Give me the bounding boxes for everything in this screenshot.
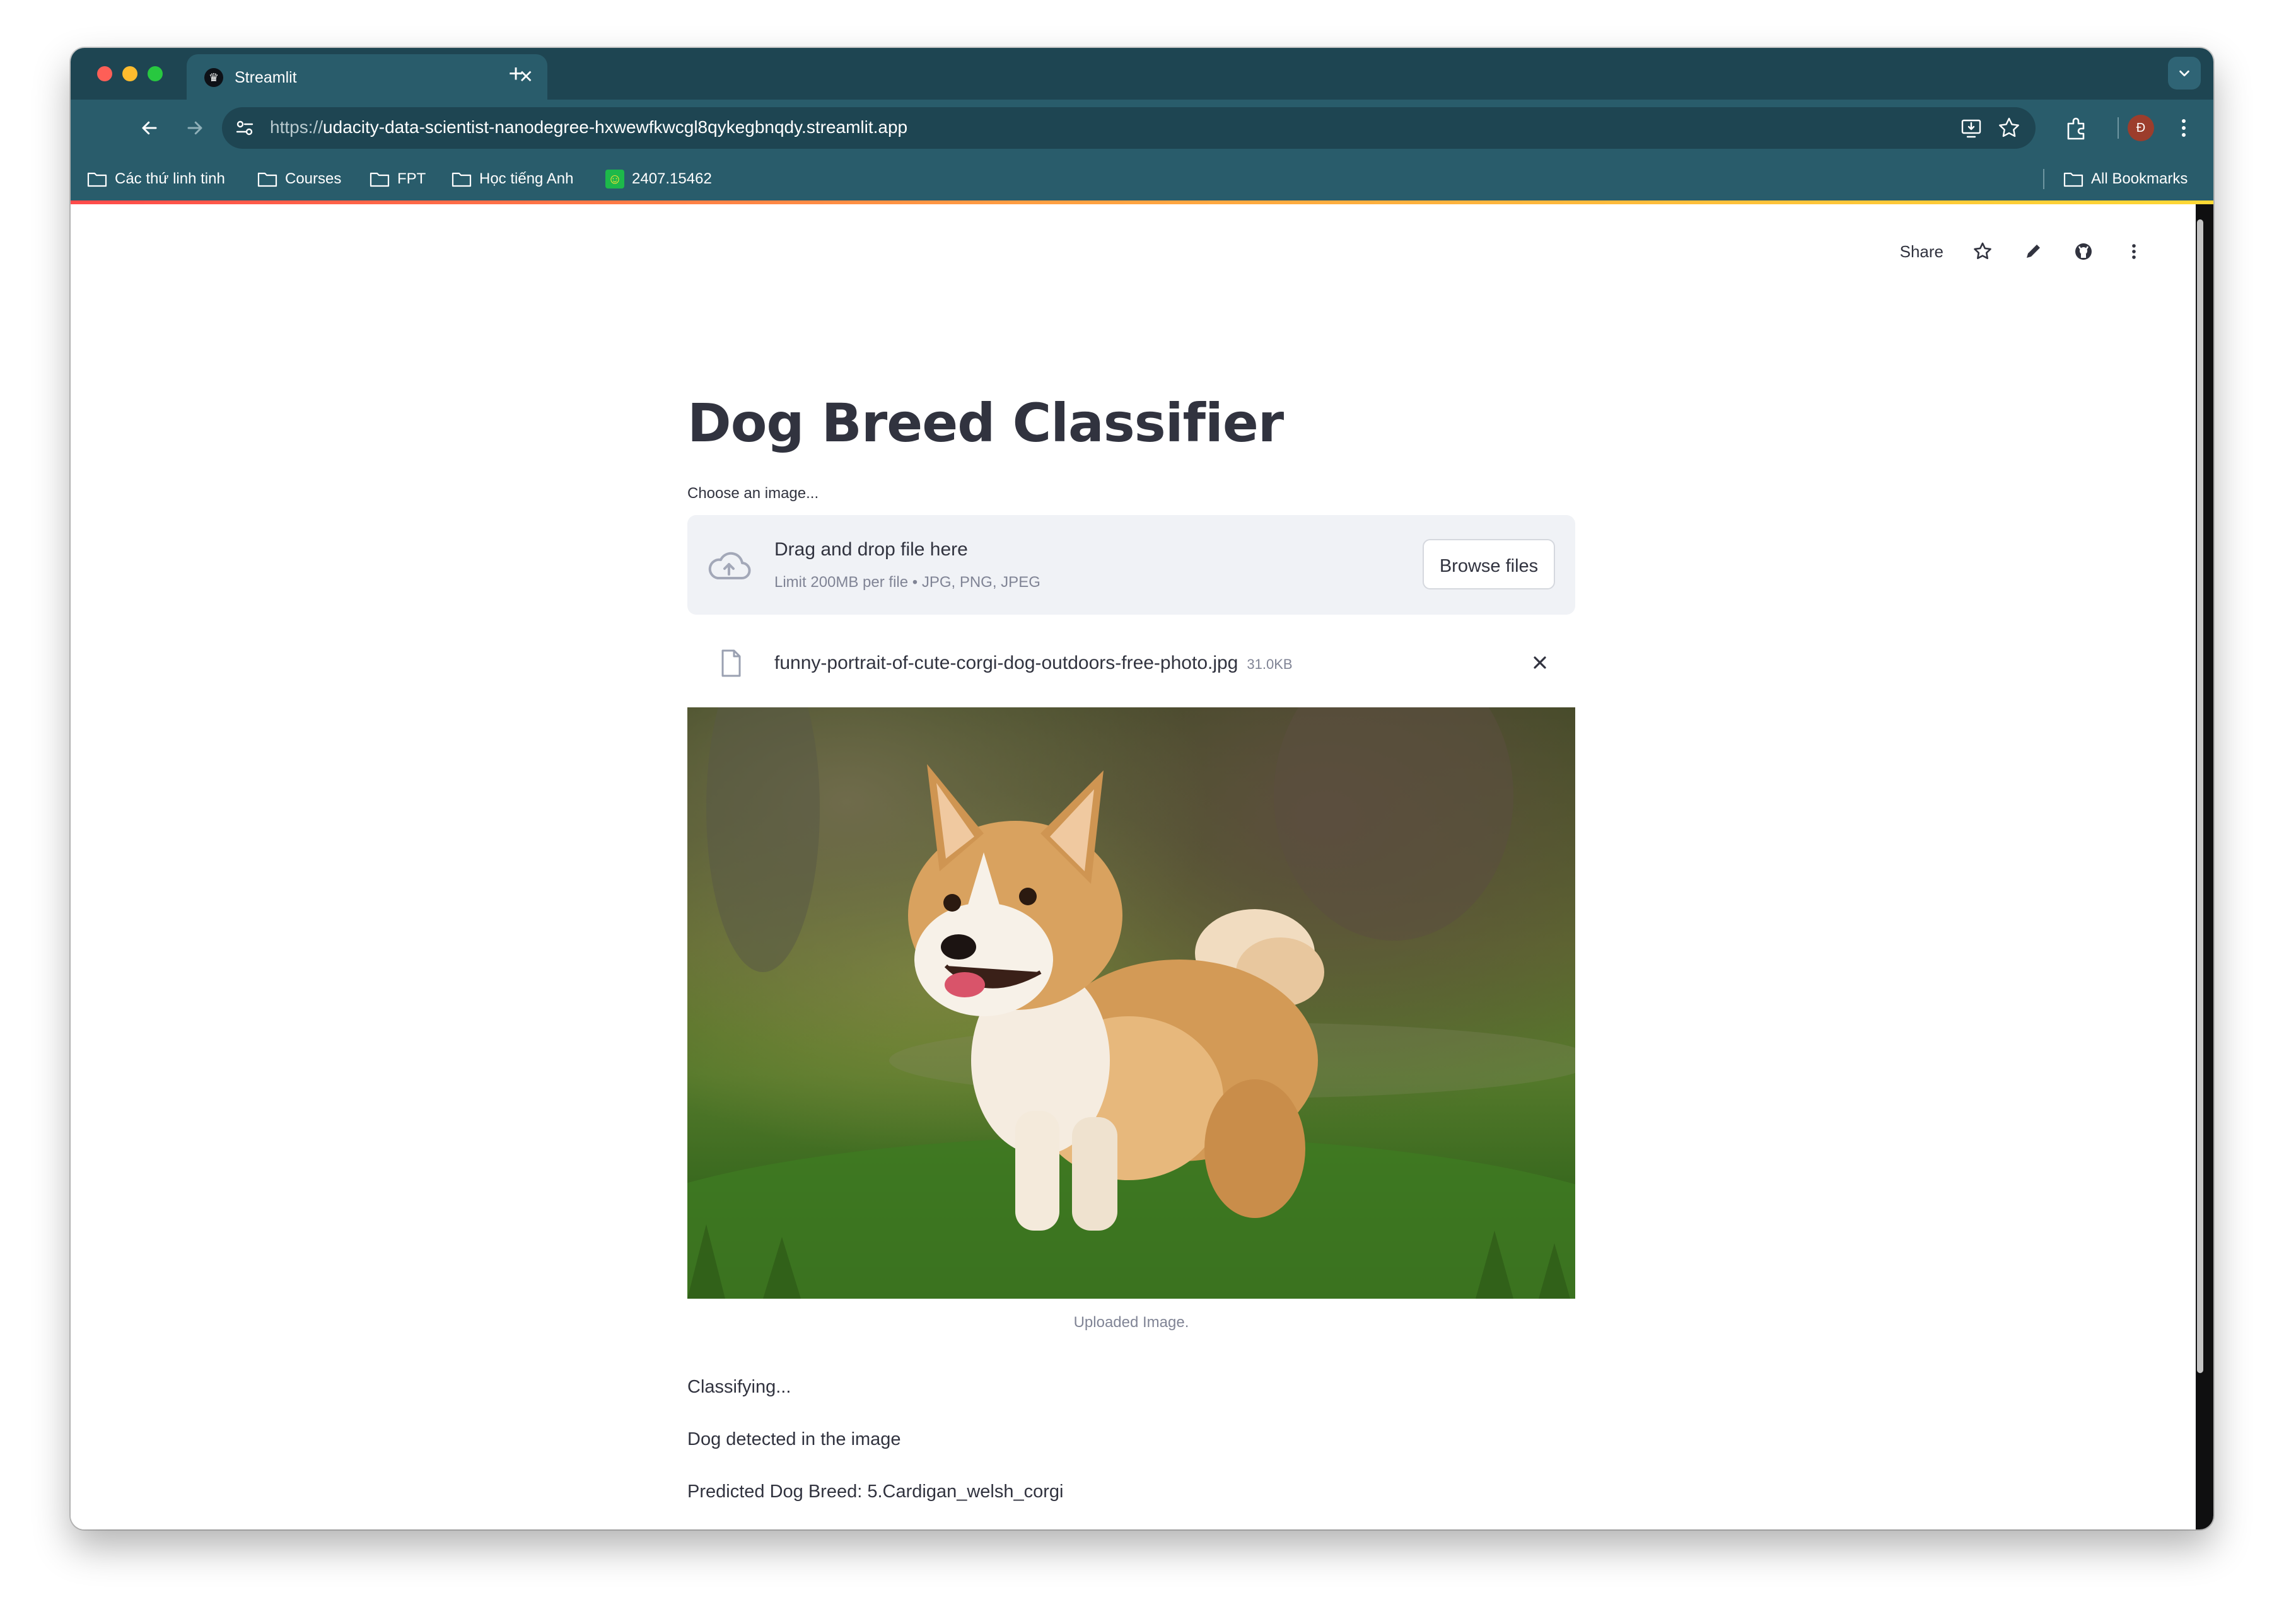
- tab-search-button[interactable]: [2168, 57, 2201, 90]
- edit-pencil-icon[interactable]: [2022, 240, 2044, 263]
- streamlit-favicon-icon: ♛: [204, 68, 223, 87]
- page-scrollbar-thumb[interactable]: [2197, 219, 2203, 1373]
- back-button[interactable]: [132, 111, 166, 145]
- dropzone-limit-text: Limit 200MB per file • JPG, PNG, JPEG: [774, 574, 1040, 591]
- tab-bar: ♛ Streamlit ✕ +: [71, 48, 2213, 100]
- status-classifying: Classifying...: [687, 1377, 791, 1397]
- bookmark-label: 2407.15462: [632, 170, 712, 187]
- prediction-result: Predicted Dog Breed: 5.Cardigan_welsh_co…: [687, 1482, 1064, 1502]
- dropzone-title: Drag and drop file here: [774, 539, 968, 560]
- profile-avatar[interactable]: Đ: [2128, 115, 2154, 141]
- file-name-text: funny-portrait-of-cute-corgi-dog-outdoor…: [774, 652, 1238, 673]
- forward-button[interactable]: [178, 111, 212, 145]
- extensions-icon[interactable]: [2060, 111, 2094, 145]
- bookmark-hoc-tieng-anh[interactable]: Học tiếng Anh: [452, 168, 573, 190]
- browser-toolbar: https://udacity-data-scientist-nanodegre…: [71, 100, 2213, 156]
- browser-window: ♛ Streamlit ✕ + https://udacity-data-sci…: [71, 48, 2213, 1529]
- file-icon: [721, 649, 741, 677]
- maximize-window-button[interactable]: [148, 66, 163, 81]
- bookmark-label: Học tiếng Anh: [479, 170, 574, 187]
- bookmark-label: Các thứ linh tinh: [115, 170, 225, 187]
- folder-icon: [2063, 172, 2083, 187]
- bookmark-star-icon[interactable]: [1995, 114, 2023, 142]
- folder-icon: [452, 172, 472, 187]
- uploaded-dog-image: [687, 707, 1575, 1299]
- site-settings-icon[interactable]: [231, 114, 259, 142]
- arrow-right-icon: [187, 121, 202, 135]
- app-page: Share Dog Breed Classifier Choose an ima…: [71, 204, 2196, 1529]
- bookmark-fpt[interactable]: FPT: [370, 168, 426, 190]
- install-app-icon[interactable]: [1957, 114, 1985, 142]
- remove-file-icon[interactable]: [1526, 649, 1554, 676]
- new-tab-button[interactable]: +: [497, 57, 535, 91]
- file-uploader-label: Choose an image...: [687, 485, 819, 502]
- tab-streamlit[interactable]: ♛ Streamlit ✕: [187, 54, 547, 100]
- folder-icon: [370, 172, 390, 187]
- uploaded-file-name: funny-portrait-of-cute-corgi-dog-outdoor…: [774, 652, 1293, 674]
- uploaded-file-item: funny-portrait-of-cute-corgi-dog-outdoor…: [687, 635, 1575, 692]
- tab-title: Streamlit: [235, 69, 297, 86]
- all-bookmarks-label: All Bookmarks: [2091, 170, 2188, 187]
- bookmarks-divider: [2043, 169, 2044, 189]
- folder-icon: [257, 172, 277, 187]
- bookmark-courses[interactable]: Courses: [257, 168, 341, 190]
- address-bar[interactable]: https://udacity-data-scientist-nanodegre…: [222, 107, 2036, 149]
- star-icon[interactable]: [1971, 240, 1994, 263]
- file-size: 31.0KB: [1247, 656, 1293, 672]
- status-dog-detected: Dog detected in the image: [687, 1429, 901, 1449]
- corgi-photo-illustration: [687, 707, 1575, 1299]
- page-title: Dog Breed Classifier: [687, 392, 1284, 454]
- close-window-button[interactable]: [97, 66, 112, 81]
- arrow-left-icon: [142, 121, 157, 135]
- browse-files-button[interactable]: Browse files: [1423, 539, 1555, 589]
- minimize-window-button[interactable]: [122, 66, 137, 81]
- image-caption: Uploaded Image.: [1073, 1314, 1189, 1331]
- bookmarks-bar: Các thứ linh tinh Courses FPT Học tiếng …: [71, 156, 2213, 200]
- share-button[interactable]: Share: [1900, 242, 1943, 262]
- chevron-down-icon: [2179, 70, 2189, 77]
- url-scheme: https://: [270, 117, 323, 137]
- github-icon[interactable]: [2072, 240, 2095, 263]
- smiley-favicon-icon: ☺: [605, 170, 624, 188]
- more-vertical-icon[interactable]: [2167, 111, 2201, 145]
- bookmark-label: FPT: [397, 170, 426, 187]
- url-text[interactable]: https://udacity-data-scientist-nanodegre…: [270, 117, 907, 137]
- folder-icon: [87, 172, 107, 187]
- file-dropzone[interactable]: Drag and drop file here Limit 200MB per …: [687, 515, 1575, 615]
- main-menu-icon[interactable]: [2123, 240, 2145, 263]
- bookmark-cac-thu-linh-tinh[interactable]: Các thứ linh tinh: [87, 168, 225, 190]
- bookmark-arxiv-paper[interactable]: ☺ 2407.15462: [605, 168, 712, 190]
- cloud-upload-icon: [708, 552, 751, 579]
- all-bookmarks-button[interactable]: All Bookmarks: [2063, 168, 2188, 190]
- bookmark-label: Courses: [285, 170, 342, 187]
- url-host: udacity-data-scientist-nanodegree-hxwewf…: [323, 117, 908, 137]
- app-header-actions: Share: [1900, 236, 2145, 267]
- toolbar-divider: [2118, 117, 2119, 139]
